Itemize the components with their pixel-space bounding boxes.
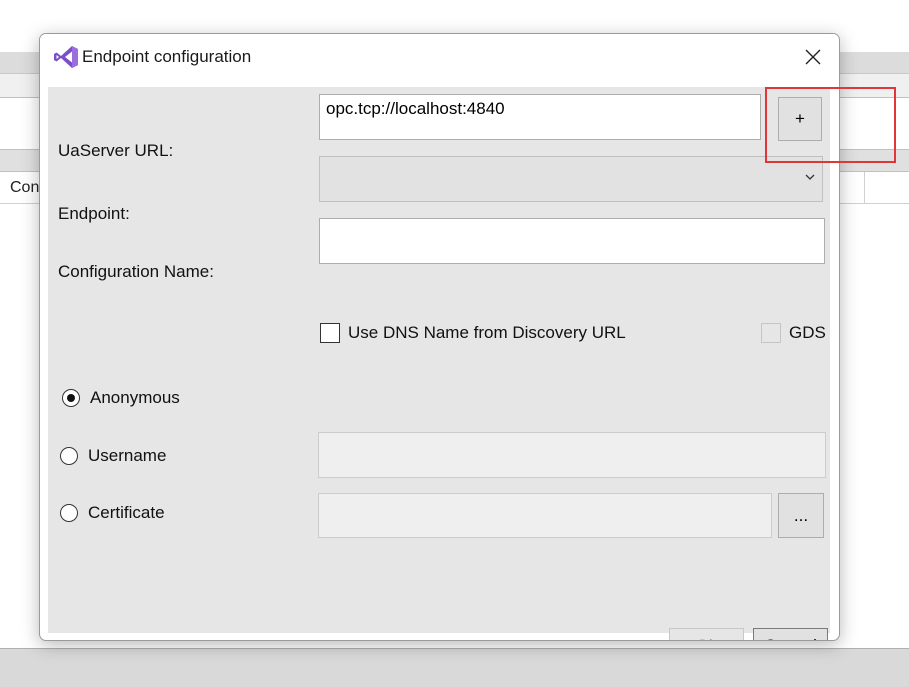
chevron-down-icon bbox=[805, 174, 815, 180]
use-dns-checkbox[interactable] bbox=[320, 323, 340, 343]
certificate-label: Certificate bbox=[88, 503, 165, 522]
ok-button[interactable]: Ok bbox=[669, 628, 744, 640]
radio-selected-dot bbox=[67, 394, 75, 402]
username-radio[interactable] bbox=[60, 447, 78, 465]
use-dns-label: Use DNS Name from Discovery URL bbox=[348, 323, 626, 342]
endpoint-configuration-dialog: Endpoint configuration UaServer URL: opc… bbox=[39, 33, 840, 641]
certificate-radio[interactable] bbox=[60, 504, 78, 522]
gds-label: GDS bbox=[789, 323, 826, 342]
background-column-separator bbox=[864, 172, 865, 204]
configuration-name-label: Configuration Name: bbox=[58, 262, 214, 281]
dialog-title: Endpoint configuration bbox=[82, 47, 252, 66]
gds-checkbox[interactable] bbox=[761, 323, 781, 343]
dialog-client-area: UaServer URL: opc.tcp://localhost:4840 +… bbox=[48, 87, 830, 640]
endpoint-dropdown[interactable] bbox=[319, 156, 823, 202]
username-label: Username bbox=[88, 446, 167, 465]
dialog-title-bar[interactable]: Endpoint configuration bbox=[40, 34, 839, 82]
server-url-input[interactable]: opc.tcp://localhost:4840 bbox=[319, 94, 761, 140]
certificate-input[interactable] bbox=[318, 493, 772, 538]
configuration-name-input[interactable] bbox=[319, 218, 825, 264]
browse-certificate-button[interactable]: ... bbox=[778, 493, 824, 538]
cancel-button[interactable]: Cancel bbox=[753, 628, 828, 640]
background-column-header-text: Con bbox=[10, 179, 40, 196]
anonymous-radio[interactable] bbox=[62, 389, 80, 407]
visual-studio-icon bbox=[53, 44, 79, 70]
add-server-button[interactable]: + bbox=[778, 97, 822, 141]
anonymous-label: Anonymous bbox=[90, 388, 180, 407]
background-status-bar bbox=[0, 648, 909, 687]
username-input[interactable] bbox=[318, 432, 826, 478]
close-button[interactable] bbox=[797, 42, 829, 72]
endpoint-label: Endpoint: bbox=[58, 204, 130, 223]
close-icon bbox=[805, 49, 821, 65]
server-url-label: UaServer URL: bbox=[58, 141, 174, 160]
